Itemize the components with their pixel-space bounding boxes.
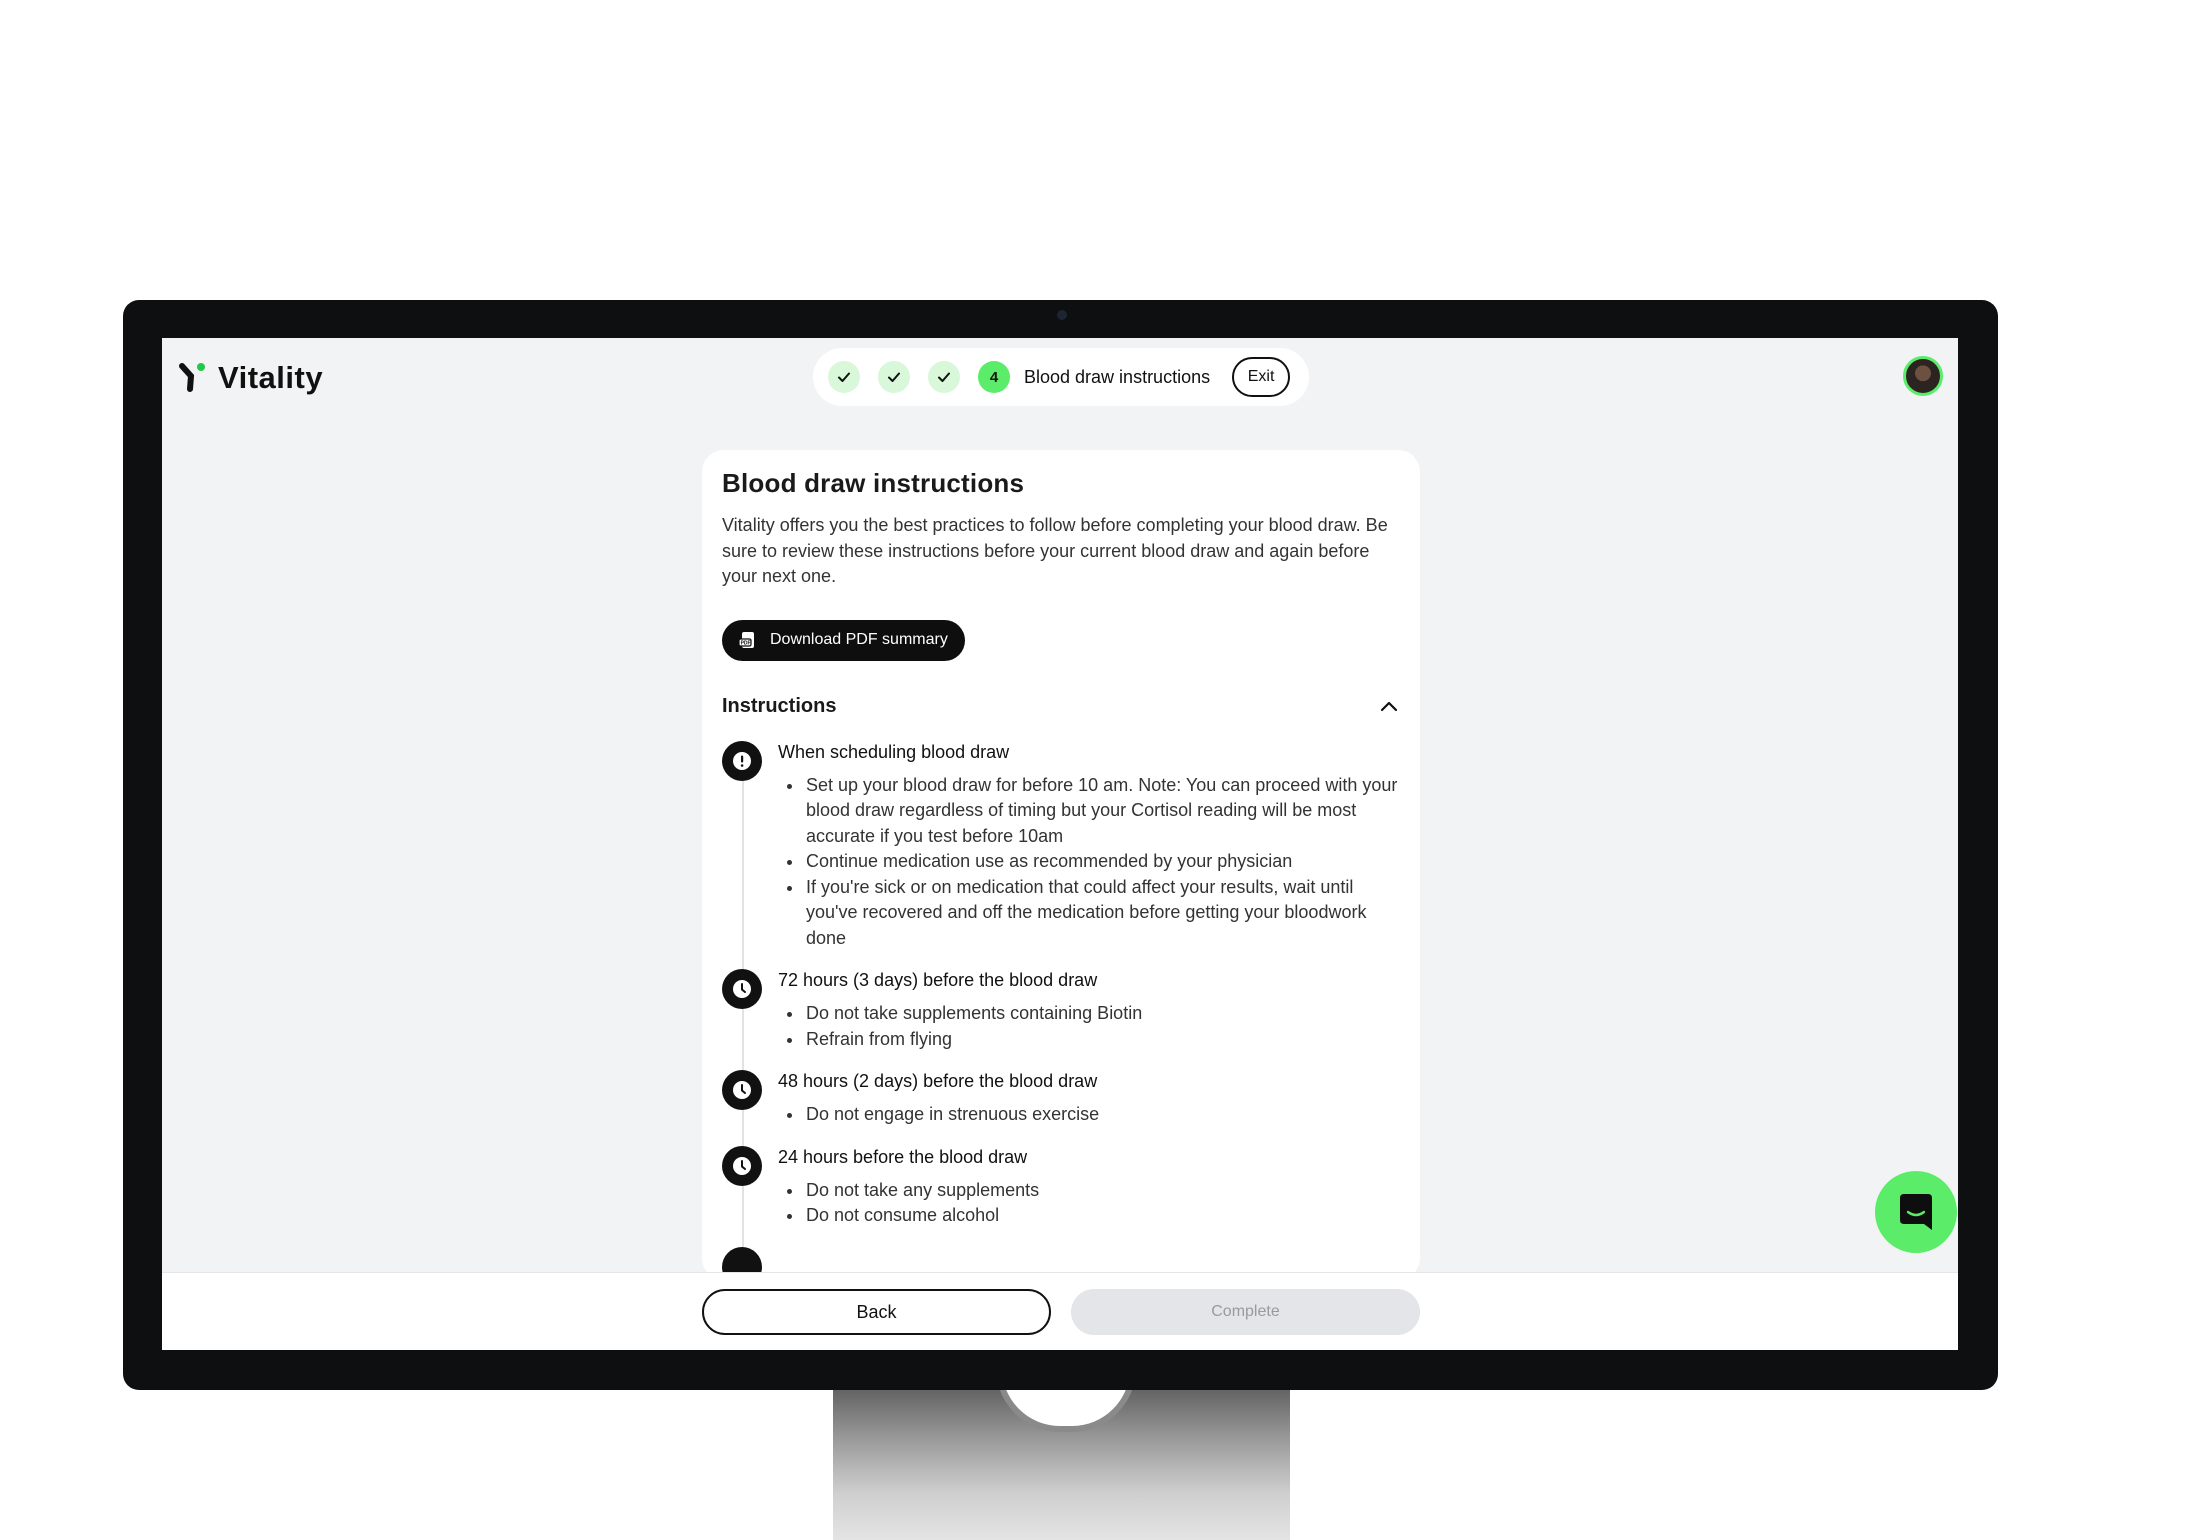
instructions-card: Blood draw instructions Vitality offers … bbox=[702, 450, 1420, 1280]
step-4-current: 4 bbox=[978, 361, 1010, 393]
chat-button[interactable] bbox=[1875, 1171, 1957, 1253]
section-list: Do not take supplements containing Bioti… bbox=[778, 1001, 1402, 1052]
back-button[interactable]: Back bbox=[702, 1289, 1051, 1335]
list-item: Refrain from flying bbox=[804, 1027, 1402, 1053]
instructions-heading: Instructions bbox=[722, 695, 837, 717]
step-1-complete[interactable] bbox=[828, 361, 860, 393]
instruction-section: 72 hours (3 days) before the blood draw … bbox=[722, 967, 1402, 1052]
list-item: Do not take any supplements bbox=[804, 1178, 1402, 1204]
chevron-up-icon[interactable] bbox=[1376, 694, 1402, 720]
svg-text:PDF: PDF bbox=[741, 641, 751, 647]
list-item: Do not consume alcohol bbox=[804, 1203, 1402, 1229]
list-item: Continue medication use as recommended b… bbox=[804, 849, 1402, 875]
app-screen: Vitality 4 Blood draw instructions Exit … bbox=[162, 338, 1958, 1350]
instruction-section: When scheduling blood draw Set up your b… bbox=[722, 739, 1402, 952]
brand-logo[interactable]: Vitality bbox=[178, 360, 323, 396]
clock-icon bbox=[722, 1070, 762, 1110]
step-3-complete[interactable] bbox=[928, 361, 960, 393]
download-pdf-label: Download PDF summary bbox=[770, 631, 948, 648]
section-title: 72 hours (3 days) before the blood draw bbox=[778, 970, 1098, 990]
instructions-accordion-header[interactable]: Instructions bbox=[722, 695, 1402, 719]
section-title: 24 hours before the blood draw bbox=[778, 1146, 1028, 1167]
instruction-section: 24 hours before the blood draw Do not ta… bbox=[722, 1144, 1402, 1229]
camera-icon bbox=[1057, 310, 1067, 320]
clock-icon bbox=[722, 969, 762, 1009]
check-icon bbox=[888, 372, 900, 382]
page-title: Blood draw instructions bbox=[722, 468, 1025, 498]
list-item: Set up your blood draw for before 10 am.… bbox=[804, 773, 1402, 850]
section-title: 48 hours (2 days) before the blood draw bbox=[778, 1071, 1098, 1091]
section-list: Do not engage in strenuous exercise bbox=[778, 1102, 1402, 1128]
section-list: Do not take any supplements Do not consu… bbox=[778, 1178, 1402, 1229]
current-step-label: Blood draw instructions bbox=[1024, 366, 1211, 387]
instruction-section: 48 hours (2 days) before the blood draw … bbox=[722, 1068, 1402, 1128]
list-item: Do not engage in strenuous exercise bbox=[804, 1102, 1402, 1128]
list-item: Do not take supplements containing Bioti… bbox=[804, 1001, 1402, 1027]
section-title: When scheduling blood draw bbox=[778, 741, 1010, 762]
alert-icon bbox=[722, 740, 762, 781]
intro-text: Vitality offers you the best practices t… bbox=[722, 515, 1388, 586]
list-item: If you're sick or on medication that cou… bbox=[804, 875, 1402, 952]
check-icon bbox=[838, 372, 850, 382]
check-icon bbox=[938, 372, 950, 382]
instructions-timeline: When scheduling blood draw Set up your b… bbox=[722, 739, 1402, 1280]
brand-name: Vitality bbox=[218, 360, 324, 395]
footer-bar: Back Complete bbox=[162, 1272, 1958, 1350]
exit-button[interactable]: Exit bbox=[1232, 357, 1291, 397]
chat-icon bbox=[1900, 1194, 1932, 1230]
progress-stepper: 4 Blood draw instructions Exit bbox=[813, 348, 1309, 406]
clock-icon bbox=[722, 1145, 762, 1186]
step-2-complete[interactable] bbox=[878, 361, 910, 393]
complete-button[interactable]: Complete bbox=[1071, 1289, 1420, 1335]
user-avatar[interactable] bbox=[1903, 356, 1943, 396]
section-list: Set up your blood draw for before 10 am.… bbox=[778, 773, 1402, 952]
vitality-logo-icon bbox=[179, 363, 205, 392]
download-pdf-button[interactable]: PDF Download PDF summary bbox=[722, 619, 965, 661]
pdf-file-icon: PDF bbox=[738, 632, 754, 648]
